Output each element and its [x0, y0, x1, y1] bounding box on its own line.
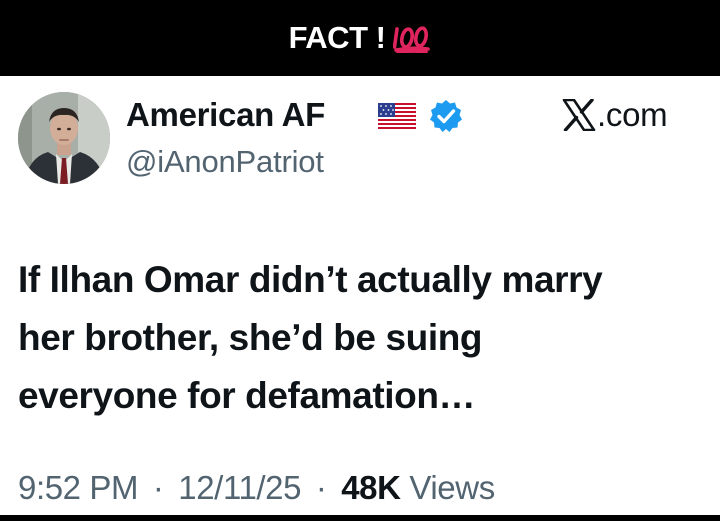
x-logo-icon	[562, 98, 596, 132]
meta-separator: ·	[315, 469, 327, 506]
post-text-line: everyone for defamation…	[18, 375, 476, 416]
display-name[interactable]: American AF	[126, 96, 325, 134]
screenshot-frame: FACT ! American AF @iAnonPatriot .com If…	[0, 0, 720, 521]
author-handle[interactable]: @iAnonPatriot	[126, 144, 324, 180]
bottom-border	[0, 515, 720, 521]
post-date[interactable]: 12/11/25	[178, 469, 301, 506]
avatar[interactable]	[18, 92, 110, 184]
caption-banner: FACT !	[0, 0, 720, 76]
views-label[interactable]: Views	[409, 469, 495, 506]
hundred-points-icon	[393, 23, 431, 53]
verified-badge-icon[interactable]	[428, 98, 464, 134]
post-text: If Ilhan Omar didn’t actually marry her …	[18, 251, 708, 425]
us-flag-icon	[377, 102, 417, 130]
platform-suffix: .com	[597, 96, 668, 133]
meta-separator: ·	[152, 469, 164, 506]
post-text-line: If Ilhan Omar didn’t actually marry	[18, 259, 603, 300]
post-card[interactable]: American AF @iAnonPatriot .com If Ilhan …	[0, 76, 720, 515]
post-meta: 9:52 PM · 12/11/25 · 48K Views	[18, 469, 495, 507]
platform-label: .com	[562, 96, 668, 134]
post-text-line: her brother, she’d be suing	[18, 317, 483, 358]
post-time[interactable]: 9:52 PM	[18, 469, 139, 506]
banner-text: FACT !	[288, 20, 386, 55]
views-count[interactable]: 48K	[341, 469, 401, 506]
